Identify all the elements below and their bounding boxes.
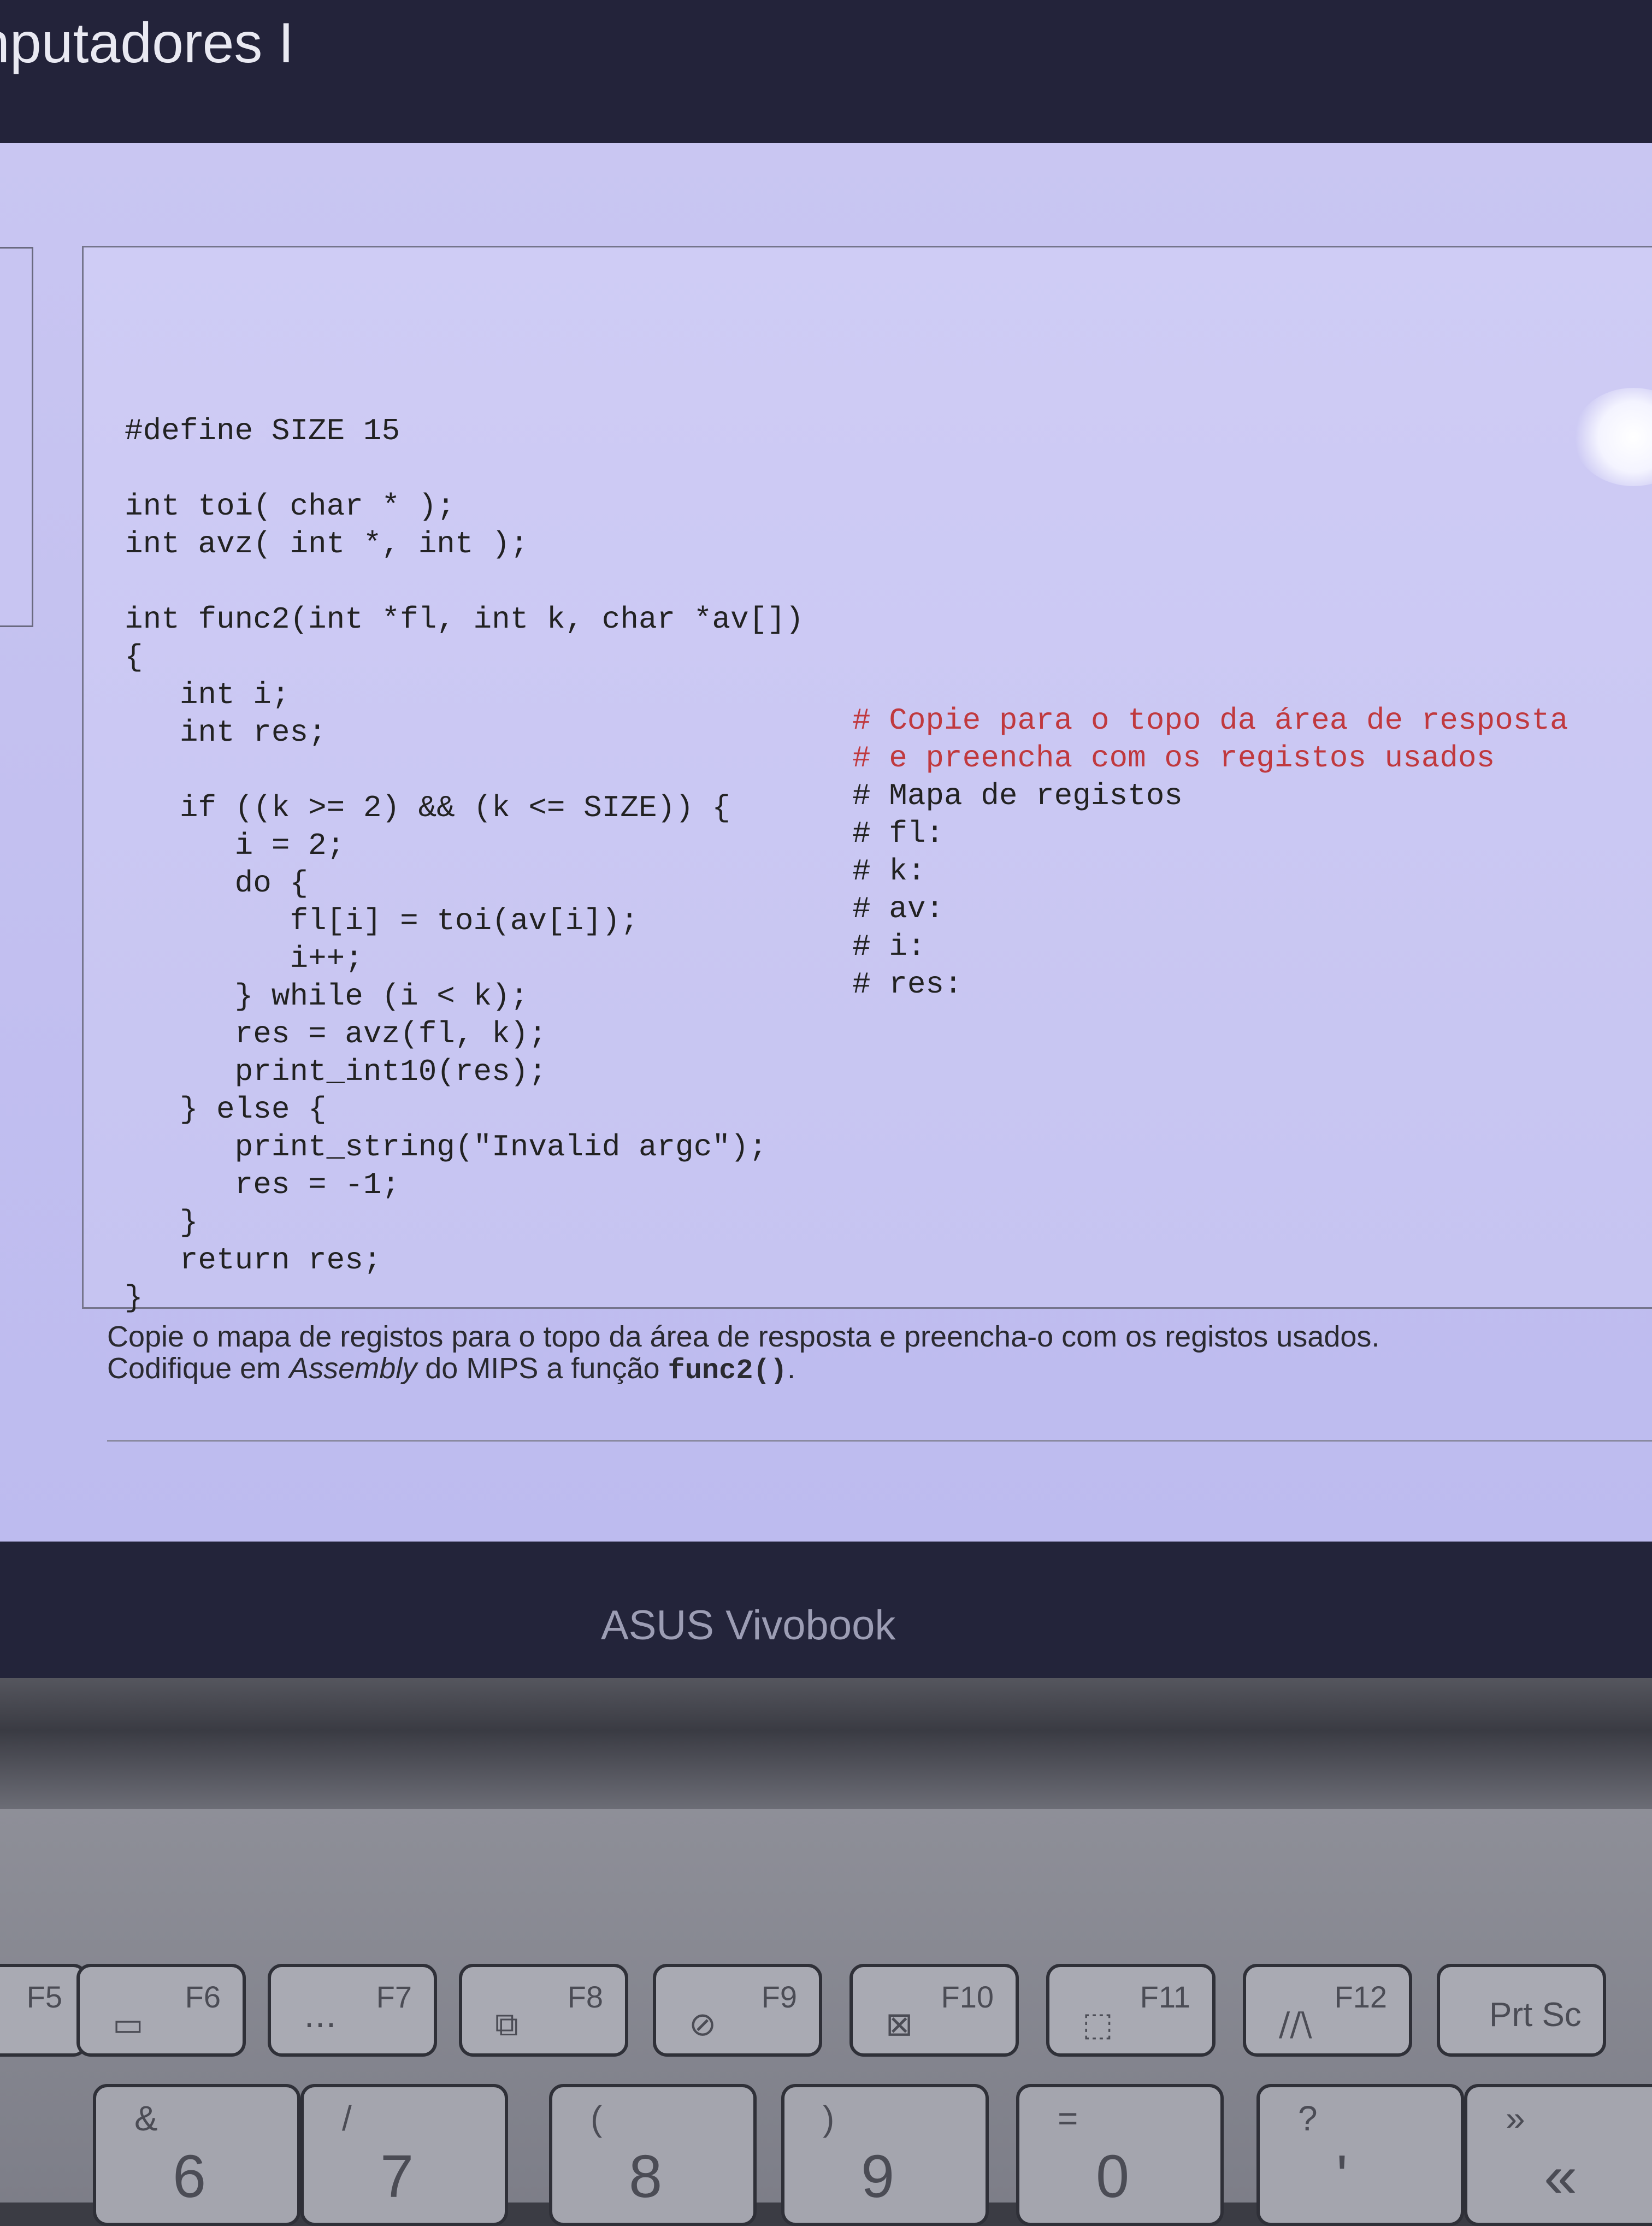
key-label: F7 — [376, 1980, 412, 2014]
key-f9[interactable]: F9 ⊘ — [653, 1964, 822, 2057]
key-label: F8 — [567, 1980, 603, 2014]
code-line: { — [125, 640, 143, 675]
key-8[interactable]: (8 — [549, 2084, 757, 2226]
code-line: fl[i] = toi(av[i]); — [125, 904, 639, 938]
function-name: func2() — [668, 1355, 787, 1387]
c-code-block: #define SIZE 15 int toi( char * ); int av… — [125, 412, 804, 1317]
key-f12[interactable]: F12 //\ — [1243, 1964, 1412, 2057]
key-7[interactable]: /7 — [300, 2084, 508, 2226]
key-label: F12 — [1334, 1980, 1388, 2014]
comment-line: # Copie para o topo da área de resposta — [852, 703, 1568, 738]
register-map-comments: # Copie para o topo da área de resposta #… — [852, 702, 1568, 1003]
key-number: ' — [1336, 2143, 1348, 2210]
key-«[interactable]: » « — [1464, 2084, 1652, 2226]
key-icon: //\ — [1279, 2005, 1312, 2044]
code-line: return res; — [125, 1243, 382, 1278]
key-label: F6 — [185, 1980, 221, 2014]
code-line: int i; — [125, 677, 290, 712]
key-label: F10 — [941, 1980, 994, 2014]
code-line: int avz( int *, int ); — [125, 527, 529, 562]
key-f5[interactable]: F5 — [0, 1964, 87, 2057]
key-number: « — [1544, 2143, 1578, 2210]
key-f11[interactable]: F11 ⬚ — [1046, 1964, 1216, 2057]
key-0[interactable]: = 0 — [1016, 2084, 1224, 2226]
code-line: i++; — [125, 941, 363, 976]
key-'[interactable]: ? ' — [1256, 2084, 1464, 2226]
key-symbol: & — [134, 2099, 158, 2138]
key-number: 9 — [861, 2143, 895, 2210]
key-6[interactable]: & 6 — [93, 2084, 300, 2226]
question-description: Copie o mapa de registos para o topo da … — [107, 1321, 1379, 1387]
comment-line: # Mapa de registos — [852, 778, 1183, 813]
code-line: } else { — [125, 1092, 327, 1127]
key-icon: ▭ — [113, 2005, 144, 2044]
key-f8[interactable]: F8 ⧉ — [459, 1964, 628, 2057]
key-number: 8 — [629, 2143, 663, 2210]
brand-logo: ASUS Vivobook — [601, 1602, 896, 1649]
key-prt-sc[interactable]: Prt Sc — [1437, 1964, 1606, 2057]
key-symbol: » — [1506, 2099, 1525, 2138]
key-number: 0 — [1096, 2143, 1130, 2210]
key-symbol: ( — [591, 2099, 603, 2138]
key-symbol: ) — [823, 2099, 835, 2138]
key-f10[interactable]: F10 ⊠ — [849, 1964, 1019, 2057]
key-icon: ⊘ — [689, 2005, 717, 2044]
description-emphasis: Assembly — [289, 1352, 417, 1385]
comment-line: # fl: — [852, 816, 945, 851]
code-line: res = avz(fl, k); — [125, 1017, 547, 1052]
key-label: F5 — [26, 1980, 62, 2014]
key-f7[interactable]: F7 ⋯ — [268, 1964, 437, 2057]
key-f6[interactable]: F6 ▭ — [76, 1964, 246, 2057]
comment-line: # res: — [852, 967, 963, 1002]
page-header: nputadores I — [0, 0, 1652, 143]
code-line: if ((k >= 2) && (k <= SIZE)) { — [125, 790, 730, 825]
key-label: F9 — [761, 1980, 797, 2014]
description-line-1: Copie o mapa de registos para o topo da … — [107, 1320, 1380, 1353]
key-label: F11 — [1140, 1980, 1190, 2014]
code-line: i = 2; — [125, 828, 345, 863]
key-symbol: / — [342, 2099, 352, 2138]
key-number: 7 — [380, 2143, 414, 2210]
comment-line: # i: — [852, 929, 926, 964]
answer-area-top-border[interactable] — [107, 1440, 1652, 1442]
question-nav-panel[interactable] — [0, 247, 33, 627]
description-text-c: . — [787, 1352, 795, 1385]
key-symbol: ? — [1298, 2099, 1318, 2138]
comment-line: # k: — [852, 854, 926, 889]
code-line: int func2(int *fl, int k, char *av[]) — [125, 602, 804, 637]
key-icon: ⊠ — [886, 2005, 913, 2044]
code-line: } while (i < k); — [125, 979, 529, 1014]
code-line: res = -1; — [125, 1167, 400, 1202]
key-number: 6 — [173, 2143, 206, 2210]
course-title: nputadores I — [0, 11, 294, 75]
key-icon: ⬚ — [1082, 2005, 1113, 2044]
code-line: print_int10(res); — [125, 1054, 547, 1089]
code-line: do { — [125, 866, 309, 901]
key-label: Prt Sc — [1489, 1996, 1582, 2034]
key-9[interactable]: ) 9 — [781, 2084, 989, 2226]
code-line: int toi( char * ); — [125, 489, 455, 524]
comment-line: # av: — [852, 891, 945, 926]
code-line: #define SIZE 15 — [125, 414, 400, 448]
description-line-2: Codifique em Assembly do MIPS a função f… — [107, 1353, 1379, 1387]
code-line: } — [125, 1205, 198, 1240]
comment-line: # e preencha com os registos usados — [852, 741, 1495, 776]
code-line: int res; — [125, 715, 327, 750]
description-text-b: do MIPS a função — [417, 1352, 668, 1385]
key-icon: ⋯ — [304, 2005, 337, 2044]
code-line: print_string("Invalid argc"); — [125, 1130, 768, 1165]
code-line: } — [125, 1280, 143, 1315]
laptop-hinge — [0, 1678, 1652, 1809]
key-icon: ⧉ — [495, 2005, 518, 2044]
key-symbol: = — [1058, 2099, 1078, 2138]
description-text-a: Codifique em — [107, 1352, 290, 1385]
